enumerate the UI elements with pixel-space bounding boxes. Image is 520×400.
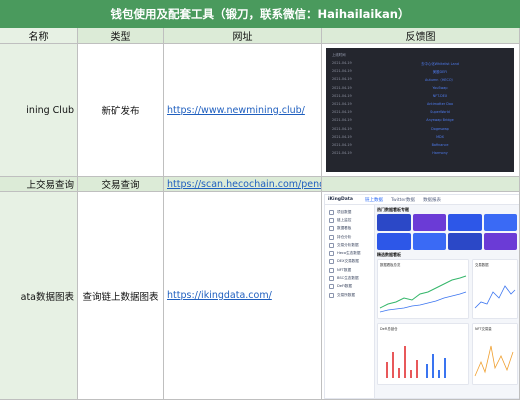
ik-panel-2-title: 交易数据 [475, 262, 489, 267]
ik-banner [483, 233, 517, 250]
dark-header: 上线时间 [332, 53, 346, 57]
dark-item-link: Autumn（HECO） [425, 77, 455, 82]
table-row-2-feedback [322, 177, 520, 192]
dark-list-item: 2021-04-19 美股DEFI [332, 67, 508, 75]
dark-list-item: 2021-04-19 Antimatter Dao [332, 100, 508, 108]
dark-item-link: NFT-DEX [432, 93, 448, 98]
dark-list-item: 2021-04-19 去中心化Whitelist Land [332, 59, 508, 67]
dark-list-item: 2021-04-19 NFT-DEX [332, 92, 508, 100]
ik-sidebar-item: 交易分析数据 [325, 241, 374, 249]
ik-panel-4-chart [474, 345, 514, 377]
ik-sidebar-item: DeFi数据 [325, 283, 374, 291]
ik-sidebar-item: 链上监控 [325, 216, 374, 224]
dark-item-date: 2021-04-19 [332, 69, 352, 74]
dark-item-date: 2021-04-19 [332, 126, 352, 131]
page-title: 钱包使用及配套工具（锻刀，联系微信：Haihailaikan） [0, 0, 520, 28]
ik-main: 热门数据看板专题 精选数据看板 数据看板总览 交易数据 DeFi总锁仓 NFT交… [377, 207, 518, 396]
table-row-2-name: 上交易查询 [0, 177, 78, 192]
header-type: 类型 [78, 28, 164, 44]
ik-sidebar-item: BSC生态数据 [325, 274, 374, 282]
ik-banner [483, 214, 517, 231]
ik-sidebar: 项目数据 链上监控 数据看板 持仓分析 交易分析数据 Heco生态数据 DEX交易数据 NFT… [325, 205, 375, 398]
ik-panel-3-title: DeFi总锁仓 [380, 326, 398, 331]
dark-item-link: 美股DEFI [432, 69, 448, 74]
table-row-1-name: ining Club [0, 44, 78, 177]
ik-tab-2: Twitter数据 [390, 197, 416, 203]
dark-list-item: 2021-04-19 Bafinance [332, 141, 508, 149]
table-row-3-feedback: iKingData 链上数据 Twitter数据 数据报表 项目数据 链上监控 数据… [322, 192, 520, 400]
dark-item-link: Bafinance [431, 142, 449, 147]
table-row-2-link[interactable]: https://scan.hecochain.com/pending [167, 179, 321, 190]
ik-banner [448, 214, 482, 231]
dark-item-link: Dogeswap [431, 126, 449, 131]
feedback-screenshot-newmining: 上线时间 2021-04-19 去中心化Whitelist Land 2021-04… [326, 48, 514, 172]
dark-list-item: 2021-04-19 Autumn（HECO） [332, 75, 508, 83]
table-row-3-type: 查询链上数据图表 [78, 192, 164, 400]
table-row-1-type: 新矿发布 [78, 44, 164, 177]
ik-panel-1: 数据看板总览 [377, 259, 469, 319]
header-url: 网址 [164, 28, 322, 44]
table-row-1-feedback: 上线时间 2021-04-19 去中心化Whitelist Land 2021-04… [322, 44, 520, 177]
dark-item-date: 2021-04-19 [332, 142, 352, 147]
ik-panel-3: DeFi总锁仓 [377, 323, 469, 385]
dark-item-link: YouSwap [432, 85, 448, 90]
ik-banner [412, 233, 446, 250]
ik-section-hot: 热门数据看板专题 [377, 207, 409, 212]
dark-item-date: 2021-04-19 [332, 85, 352, 90]
table-row-3-name: ata数据图表 [0, 192, 78, 400]
dark-item-date: 2021-04-19 [332, 110, 352, 115]
dark-list-item: 2021-04-19 Dogeswap [332, 125, 508, 133]
dark-item-link: MDX [436, 134, 444, 139]
ik-sidebar-item: 项目数据 [325, 208, 374, 216]
dark-item-date: 2021-04-19 [332, 151, 352, 156]
ik-tab-1: 链上数据 [364, 197, 383, 203]
dark-list-item: 2021-04-19 SuperWorld [332, 108, 508, 116]
ik-section-featured: 精选数据看板 [377, 252, 401, 257]
ik-banner [412, 214, 446, 231]
dark-item-date: 2021-04-19 [332, 102, 352, 107]
header-feedback: 反馈图 [322, 28, 520, 44]
dark-item-link: SuperWorld [430, 110, 450, 115]
dark-list-item: 2021-04-19 Harmony [332, 149, 508, 157]
ik-tab-3: 数据报表 [423, 197, 442, 203]
dark-list-item: 2021-04-19 YouSwap [332, 84, 508, 92]
ik-sidebar-item: 数据看板 [325, 225, 374, 233]
dark-list-item: 2021-04-19 MDX [332, 133, 508, 141]
ik-panel-2-chart [474, 285, 516, 309]
ik-banner [377, 214, 411, 231]
ik-sidebar-item: 交易所数据 [325, 291, 374, 299]
ik-panel-4: NFT交易量 [472, 323, 518, 385]
ik-panel-3-chart [386, 346, 446, 378]
tools-table: 名称 类型 网址 反馈图 ining Club 新矿发布 https://www… [0, 28, 520, 400]
dark-item-link: Antimatter Dao [426, 102, 454, 107]
ik-banner [448, 233, 482, 250]
dark-item-link: 去中心化Whitelist Land [421, 61, 459, 66]
ik-sidebar-item: 持仓分析 [325, 233, 374, 241]
table-row-3-link[interactable]: https://ikingdata.com/ [167, 290, 272, 301]
ik-panel-1-title: 数据看板总览 [380, 262, 401, 267]
ik-panel-2: 交易数据 [472, 259, 518, 319]
feedback-screenshot-ikingdata: iKingData 链上数据 Twitter数据 数据报表 项目数据 链上监控 数据… [324, 194, 519, 399]
ikingdata-logo: iKingData [328, 197, 353, 202]
header-name: 名称 [0, 28, 78, 44]
dark-item-date: 2021-04-19 [332, 93, 352, 98]
ik-panel-1-chart [379, 275, 467, 313]
ik-banner [377, 233, 411, 250]
dark-item-link: Anyswap Bridge [426, 118, 454, 123]
dark-item-date: 2021-04-19 [332, 118, 352, 123]
ik-sidebar-item: Heco生态数据 [325, 249, 374, 257]
ik-sidebar-item: DEX交易数据 [325, 258, 374, 266]
dark-item-date: 2021-04-19 [332, 134, 352, 139]
dark-item-date: 2021-04-19 [332, 77, 352, 82]
table-row-1-link[interactable]: https://www.newmining.club/ [167, 105, 305, 116]
dark-item-date: 2021-04-19 [332, 61, 352, 66]
table-row-2-type: 交易查询 [78, 177, 164, 192]
ik-sidebar-item: NFT数据 [325, 266, 374, 274]
dark-item-link: Harmony [432, 151, 448, 156]
ik-panel-4-title: NFT交易量 [475, 326, 492, 331]
dark-list-item: 2021-04-19 Anyswap Bridge [332, 116, 508, 124]
